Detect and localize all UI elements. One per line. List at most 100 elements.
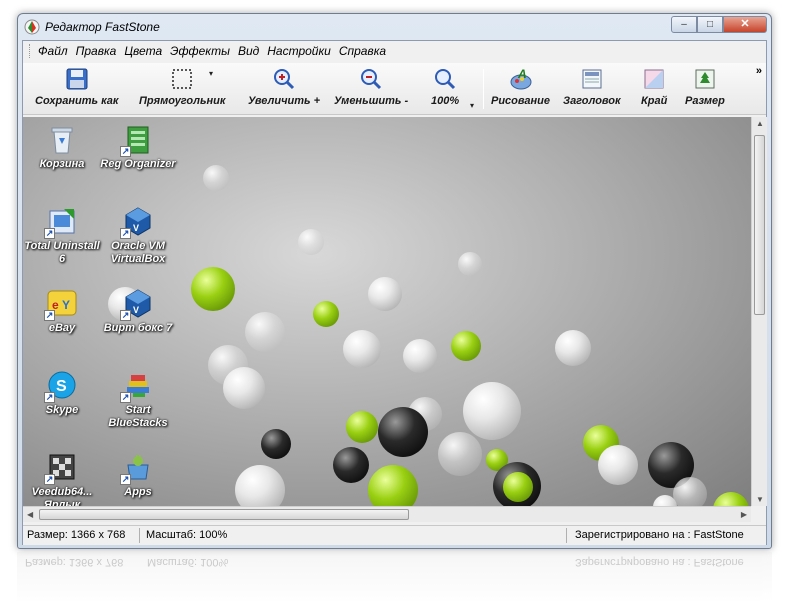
menu-edit[interactable]: Правка — [76, 44, 117, 58]
vertical-scroll-thumb[interactable] — [754, 135, 765, 315]
title-bar[interactable]: Редактор FastStone – □ ✕ — [18, 14, 771, 40]
shortcut-arrow-icon: ↗ — [44, 228, 55, 239]
apps-icon: ↗ — [120, 451, 154, 485]
vertical-scrollbar[interactable]: ▲ ▼ — [751, 117, 767, 506]
wallpaper-bubble — [235, 465, 285, 506]
zoom-in-button[interactable]: Увеличить + — [248, 67, 320, 107]
shortcut-arrow-icon: ↗ — [44, 310, 55, 321]
zoom-in-label: Увеличить + — [248, 95, 321, 107]
menu-grip[interactable] — [29, 44, 32, 58]
virtualbox-icon: V ↗ — [120, 205, 154, 239]
rectangle-dropdown-arrow[interactable]: ▾ — [209, 69, 213, 78]
wallpaper-bubble — [343, 330, 381, 368]
shortcut-arrow-icon: ↗ — [120, 146, 131, 157]
desktop-icon-skype[interactable]: S ↗ Skype — [23, 369, 101, 417]
bluestacks-icon: ↗ — [120, 369, 154, 403]
draw-label: Рисование — [491, 95, 550, 107]
save-as-label: Сохранить как — [35, 95, 119, 107]
desktop-icon-bluestacks[interactable]: ↗ Start BlueStacks — [99, 369, 177, 430]
horizontal-scroll-thumb[interactable] — [39, 509, 409, 520]
zoom-out-icon — [361, 69, 382, 90]
rectangle-selection-icon — [172, 69, 192, 89]
scroll-down-arrow-icon[interactable]: ▼ — [756, 495, 764, 504]
menu-help[interactable]: Справка — [339, 44, 386, 58]
wallpaper-bubble — [333, 447, 369, 483]
reflection-scale-text: Масштаб: 100% — [147, 556, 229, 568]
desktop-icon-oracle-virtualbox[interactable]: V ↗ Oracle VM VirtualBox — [99, 205, 177, 266]
menu-effects[interactable]: Эффекты — [170, 44, 230, 58]
window-reflection: Размер: 1366 x 768 Масштаб: 100% Зарегис… — [17, 552, 772, 602]
edge-button[interactable]: Край — [641, 67, 667, 107]
menu-file[interactable]: Файл — [38, 44, 68, 58]
wallpaper-bubble — [438, 432, 482, 476]
wallpaper-bubble — [313, 301, 339, 327]
wallpaper-bubble — [451, 331, 481, 361]
zoom-level-label: 100% — [431, 95, 460, 107]
wallpaper-bubble — [346, 411, 378, 443]
scroll-right-arrow-icon[interactable]: ▶ — [741, 510, 747, 519]
zoom-scale-status: Масштаб: 100% — [146, 529, 228, 541]
shortcut-arrow-icon: ↗ — [120, 310, 131, 321]
zoom-out-button[interactable]: Уменьшить - — [334, 67, 408, 107]
horizontal-scrollbar[interactable]: ◀ ▶ — [23, 506, 751, 522]
scroll-left-arrow-icon[interactable]: ◀ — [27, 510, 33, 519]
desktop-icon-veedub[interactable]: ↗ Veedub64... Ярлык — [23, 451, 101, 506]
zoom-level-button[interactable]: 100% — [431, 67, 459, 107]
minimize-button[interactable]: – — [671, 16, 697, 33]
shortcut-arrow-icon: ↗ — [44, 392, 55, 403]
save-as-button[interactable]: Сохранить как — [35, 67, 118, 107]
caption-icon — [582, 69, 602, 89]
desktop-icon-recycle-bin[interactable]: Корзина — [23, 123, 101, 171]
reflection-size-text: Размер: 1366 x 768 — [25, 556, 124, 568]
image-canvas[interactable]: Корзина ↗ Reg Organizer ↗ Total Uninstal… — [23, 117, 751, 506]
resize-button[interactable]: Размер — [685, 67, 725, 107]
zoom-out-label: Уменьшить - — [334, 95, 409, 107]
ebay-icon: eY ↗ — [44, 287, 78, 321]
wallpaper-bubble — [298, 229, 324, 255]
resize-label: Размер — [685, 95, 725, 107]
wallpaper-bubble — [203, 165, 229, 191]
wallpaper-bubble — [378, 407, 428, 457]
shortcut-arrow-icon: ↗ — [44, 474, 55, 485]
wallpaper-bubble — [503, 472, 533, 502]
scroll-up-arrow-icon[interactable]: ▲ — [756, 119, 764, 128]
edge-label: Край — [641, 95, 668, 107]
resize-icon — [695, 69, 715, 89]
veedub-icon: ↗ — [44, 451, 78, 485]
maximize-button[interactable]: □ — [697, 16, 723, 33]
desktop-icon-virtualbox-7[interactable]: V ↗ Вирт бокс 7 — [99, 287, 177, 335]
window-title: Редактор FastStone — [45, 20, 160, 34]
desktop-icon-total-uninstall[interactable]: ↗ Total Uninstall 6 — [23, 205, 101, 266]
caption-button[interactable]: Заголовок — [563, 67, 621, 107]
zoom-dropdown-arrow[interactable]: ▾ — [470, 101, 474, 110]
registration-status: Зарегистрировано на : FastStone — [575, 529, 744, 541]
draw-button[interactable]: A Рисование — [491, 67, 550, 107]
close-button[interactable]: ✕ — [723, 16, 767, 33]
desktop-icon-reg-organizer[interactable]: ↗ Reg Organizer — [99, 123, 177, 171]
reflection-registered-text: Зарегистрировано на : FastStone — [575, 556, 744, 568]
shortcut-arrow-icon: ↗ — [120, 228, 131, 239]
shortcut-arrow-icon: ↗ — [120, 474, 131, 485]
faststone-app-icon — [24, 19, 40, 35]
wallpaper-bubble — [403, 339, 437, 373]
svg-text:V: V — [133, 223, 139, 233]
menu-colors[interactable]: Цвета — [124, 44, 162, 58]
toolbar-overflow-chevron[interactable]: » — [756, 65, 762, 77]
magnifier-icon — [435, 69, 456, 90]
svg-text:A: A — [517, 67, 527, 81]
edge-icon — [644, 69, 664, 89]
wallpaper-bubble — [368, 277, 402, 311]
wallpaper-bubble — [673, 477, 707, 506]
status-divider — [566, 528, 567, 543]
desktop-icon-ebay[interactable]: eY ↗ eBay — [23, 287, 101, 335]
desktop-icon-apps[interactable]: ↗ Apps — [99, 451, 177, 499]
skype-icon: S ↗ — [44, 369, 78, 403]
shortcut-arrow-icon: ↗ — [120, 392, 131, 403]
menu-settings[interactable]: Настройки — [267, 44, 331, 58]
wallpaper-bubble — [463, 382, 521, 440]
wallpaper-bubble — [261, 429, 291, 459]
recycle-bin-icon — [46, 123, 78, 155]
total-uninstall-icon: ↗ — [44, 205, 78, 239]
wallpaper-bubble — [368, 465, 418, 506]
menu-view[interactable]: Вид — [238, 44, 259, 58]
